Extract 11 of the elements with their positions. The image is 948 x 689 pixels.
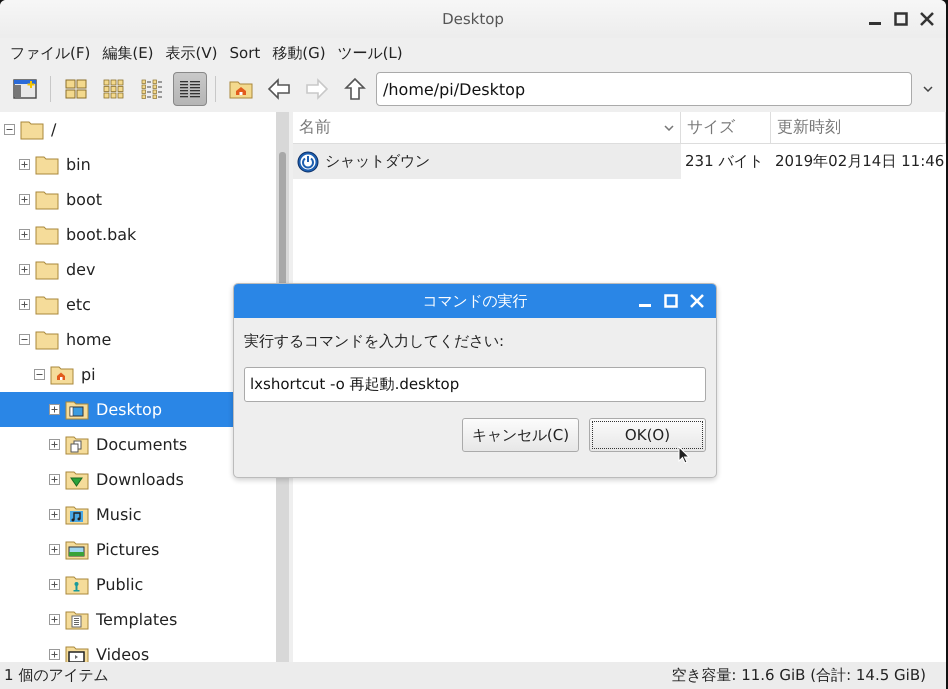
column-header-label: サイズ	[687, 117, 735, 138]
file-name: シャットダウン	[325, 152, 430, 171]
column-header-label: 名前	[299, 117, 331, 138]
table-cell-text: 2019年02月14日 11:46	[774, 151, 946, 172]
window-title: Desktop	[442, 10, 504, 28]
item-count: 1 個のアイテム	[4, 666, 108, 685]
column-header-label: 更新時刻	[777, 117, 841, 138]
dialog-title: コマンドの実行	[422, 292, 528, 310]
dialog-prompt: 実行するコマンドを入力してください:	[244, 332, 506, 351]
free-space: 空き容量: 11.6 GiB (合計: 14.5 GiB)	[671, 666, 926, 685]
table-cell-text: 231 バイト	[684, 151, 764, 172]
